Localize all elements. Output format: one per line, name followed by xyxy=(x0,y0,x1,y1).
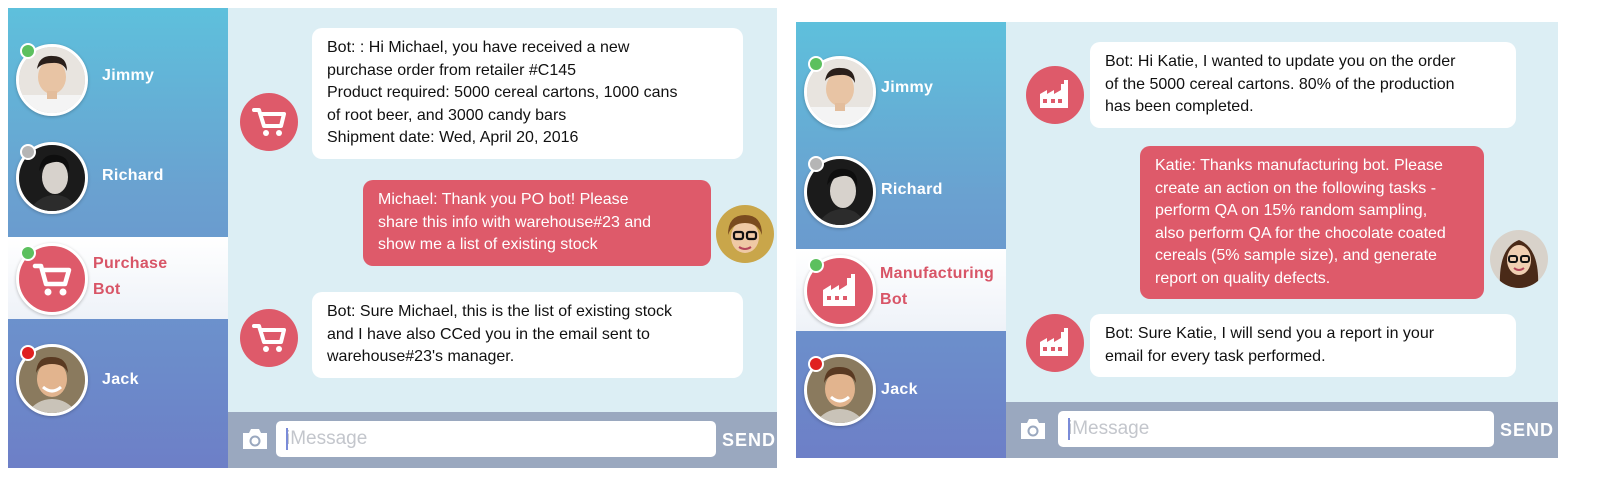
contact-jimmy[interactable]: Jimmy xyxy=(796,52,1006,132)
contact-name-line2: Bot xyxy=(880,291,908,308)
bot-message-bubble: Bot: : Hi Michael, you have received a n… xyxy=(312,28,743,159)
busy-status-dot xyxy=(20,345,36,361)
manufacturing-bot-message-icon xyxy=(1026,66,1084,124)
contact-purchase-bot[interactable]: Purchase Bot xyxy=(8,237,228,319)
message-line: of the 5000 cereal cartons. 80% of the p… xyxy=(1105,75,1455,93)
text-cursor xyxy=(286,428,288,450)
message-line: Bot: Hi Katie, I wanted to update you on… xyxy=(1105,53,1456,70)
message-line: email for every task performed. xyxy=(1105,347,1326,365)
camera-icon[interactable] xyxy=(240,426,270,452)
online-status-dot xyxy=(808,257,824,273)
contact-jack[interactable]: Jack xyxy=(796,352,1006,432)
user-message-bubble: Katie: Thanks manufacturing bot. Please … xyxy=(1140,146,1484,299)
message-line: of root beer, and 3000 candy bars xyxy=(327,106,567,124)
message-line: also perform QA for the chocolate coated xyxy=(1155,224,1446,242)
chat-area: Bot: Hi Katie, I wanted to update you on… xyxy=(1006,22,1558,458)
contact-name: Jimmy xyxy=(881,79,934,96)
contact-manufacturing-bot[interactable]: Manufacturing Bot xyxy=(796,249,1006,331)
contact-name: Richard xyxy=(102,167,164,184)
factory-icon xyxy=(1040,80,1068,108)
message-line: Bot: : Hi Michael, you have received a n… xyxy=(327,39,630,56)
contact-richard[interactable]: Richard xyxy=(8,138,228,218)
contact-name: Purchase Bot xyxy=(93,251,167,303)
text-cursor xyxy=(1068,418,1070,440)
message-input[interactable] xyxy=(1058,411,1494,447)
user-message-bubble: Michael: Thank you PO bot! Please share … xyxy=(363,180,711,266)
message-line: Product required: 5000 cereal cartons, 1… xyxy=(327,84,678,101)
send-button[interactable]: SEND xyxy=(1500,420,1554,441)
message-input-bar: SEND xyxy=(228,412,777,468)
user-avatar-katie xyxy=(1490,230,1548,288)
message-line: and I have also CCed you in the email se… xyxy=(327,325,650,343)
camera-icon[interactable] xyxy=(1018,416,1048,442)
message-input[interactable] xyxy=(276,421,716,457)
message-input-bar: SEND xyxy=(1006,402,1558,458)
message-line: create an action on the following tasks … xyxy=(1155,179,1437,197)
user-avatar-michael xyxy=(716,205,774,263)
online-status-dot xyxy=(808,56,824,72)
shopping-cart-icon xyxy=(252,324,286,352)
offline-status-dot xyxy=(20,144,36,160)
contact-jack[interactable]: Jack xyxy=(8,340,228,420)
message-line: has been completed. xyxy=(1105,98,1254,115)
message-line: Bot: Sure Katie, I will send you a repor… xyxy=(1105,325,1435,342)
bot-message-bubble: Bot: Hi Katie, I wanted to update you on… xyxy=(1090,42,1516,128)
message-line: warehouse#23's manager. xyxy=(327,348,515,365)
message-line: Katie: Thanks manufacturing bot. Please xyxy=(1155,157,1443,174)
busy-status-dot xyxy=(808,356,824,372)
contact-name: Jimmy xyxy=(102,67,155,84)
contact-name: Jack xyxy=(881,381,918,398)
contact-name: Manufacturing Bot xyxy=(880,261,994,313)
contact-name: Jack xyxy=(102,371,139,388)
message-line: show me a list of existing stock xyxy=(378,236,598,253)
contact-sidebar: Jimmy Richard Purchase Bot Jack xyxy=(8,8,228,468)
message-line: purchase order from retailer #C145 xyxy=(327,61,577,79)
manufacturing-bot-message-icon xyxy=(1026,314,1084,372)
purchase-bot-message-icon xyxy=(240,93,298,151)
contact-name-line1: Purchase xyxy=(93,255,168,272)
purchase-bot-message-icon xyxy=(240,309,298,367)
contact-sidebar: Jimmy Richard Manufacturing Bot Jack xyxy=(796,22,1006,458)
bot-message-bubble: Bot: Sure Katie, I will send you a repor… xyxy=(1090,314,1516,377)
shopping-cart-icon xyxy=(252,108,286,136)
online-status-dot xyxy=(20,43,36,59)
manufacturing-bot-chat-window: Jimmy Richard Manufacturing Bot Jack Bot… xyxy=(796,22,1558,458)
offline-status-dot xyxy=(808,156,824,172)
message-line: Michael: Thank you PO bot! Please xyxy=(378,191,629,208)
message-line: cereals (5% sample size), and generate xyxy=(1155,247,1437,264)
contact-jimmy[interactable]: Jimmy xyxy=(8,38,228,118)
message-line: share this info with warehouse#23 and xyxy=(378,213,652,231)
contact-name-line2: Bot xyxy=(93,281,121,298)
message-line: report on quality defects. xyxy=(1155,269,1331,287)
online-status-dot xyxy=(20,245,36,261)
send-button[interactable]: SEND xyxy=(722,430,776,451)
message-line: Shipment date: Wed, April 20, 2016 xyxy=(327,129,579,146)
bot-message-bubble: Bot: Sure Michael, this is the list of e… xyxy=(312,292,743,378)
factory-icon xyxy=(1040,328,1068,356)
contact-name-line1: Manufacturing xyxy=(880,265,995,282)
contact-name: Richard xyxy=(881,181,943,198)
message-line: Bot: Sure Michael, this is the list of e… xyxy=(327,303,673,320)
purchase-bot-chat-window: Jimmy Richard Purchase Bot Jack Bot:: H… xyxy=(8,8,777,468)
message-line: perform QA on 15% random sampling, xyxy=(1155,202,1428,219)
chat-area: Bot: : Hi Michael, you have received a n… xyxy=(228,8,777,468)
contact-richard[interactable]: Richard xyxy=(796,152,1006,232)
